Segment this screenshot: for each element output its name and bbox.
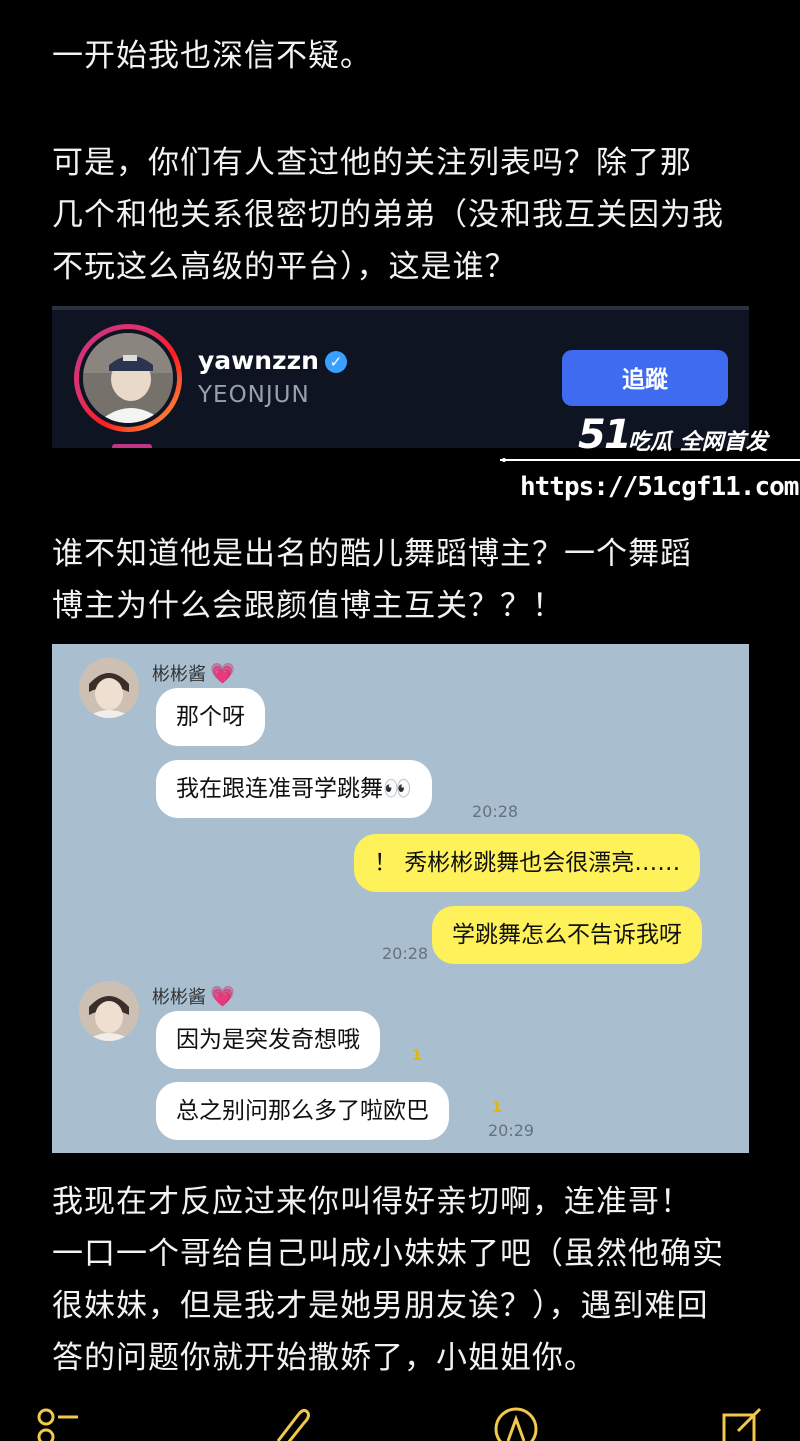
profile-name: YEONJUN	[198, 382, 310, 408]
contact-avatar	[79, 981, 139, 1041]
post-paragraph-3: 谁不知道他是出名的酷儿舞蹈博主？一个舞蹈 博主为什么会跟颜值博主互关？？！	[52, 536, 692, 624]
contact-name-text: 彬彬酱	[152, 987, 206, 1008]
bottom-toolbar	[0, 1395, 800, 1441]
profile-avatar	[83, 333, 173, 423]
attachment-icon[interactable]	[266, 1401, 314, 1441]
watermark-url: https://51cgf11.com	[520, 472, 799, 502]
contact-avatar	[79, 658, 139, 718]
watermark-tagline: 吃瓜 全网首发	[628, 430, 768, 455]
message-time: 20:28	[472, 802, 519, 821]
chat-screenshot: 彬彬酱 💗 那个呀 我在跟连准哥学跳舞👀 20:28 ！ 秀彬彬跳舞也会很漂亮………	[52, 644, 749, 1153]
profile-handle-text: yawnzzn	[198, 346, 319, 375]
post-paragraph-1: 一开始我也深信不疑。	[52, 38, 372, 74]
message-bubble-in: 那个呀	[156, 688, 265, 746]
watermark: 51 吃瓜 全网首发 https://51cgf11.com	[500, 410, 800, 510]
unread-count: 1	[412, 1048, 422, 1064]
profile-handle: yawnzzn ✓	[198, 346, 347, 375]
post-paragraph-2: 可是，你们有人查过他的关注列表吗？除了那 几个和他关系很密切的弟弟（没和我互关因…	[52, 145, 724, 285]
follow-button[interactable]: 追蹤	[562, 350, 728, 406]
post-paragraph-4: 我现在才反应过来你叫得好亲切啊，连准哥！ 一口一个哥给自己叫成小妹妹了吧（虽然他…	[52, 1184, 724, 1376]
watermark-logo: 51	[578, 412, 632, 458]
message-bubble-out: ！ 秀彬彬跳舞也会很漂亮……	[354, 834, 701, 892]
watermark-divider	[500, 458, 800, 462]
verified-badge-icon: ✓	[324, 351, 347, 373]
message-time: 20:28	[382, 944, 429, 963]
message-bubble-out: 学跳舞怎么不告诉我呀	[432, 906, 702, 964]
checklist-icon[interactable]	[34, 1401, 82, 1441]
contact-name: 彬彬酱 💗	[152, 983, 235, 1009]
next-story-ring-edge	[112, 444, 152, 448]
heart-icon: 💗	[210, 984, 235, 1008]
heart-icon: 💗	[210, 661, 235, 685]
unread-count: 1	[492, 1100, 502, 1116]
message-bubble-in: 因为是突发奇想哦	[156, 1011, 380, 1069]
message-bubble-in: 我在跟连准哥学跳舞👀	[156, 760, 432, 818]
pen-icon[interactable]	[492, 1401, 540, 1441]
contact-name-text: 彬彬酱	[152, 664, 206, 685]
story-ring	[74, 324, 182, 432]
contact-name: 彬彬酱 💗	[152, 660, 235, 686]
compose-icon[interactable]	[718, 1401, 766, 1441]
card-divider	[52, 306, 749, 310]
message-time: 20:29	[488, 1121, 535, 1140]
message-bubble-in: 总之别问那么多了啦欧巴	[156, 1082, 449, 1140]
